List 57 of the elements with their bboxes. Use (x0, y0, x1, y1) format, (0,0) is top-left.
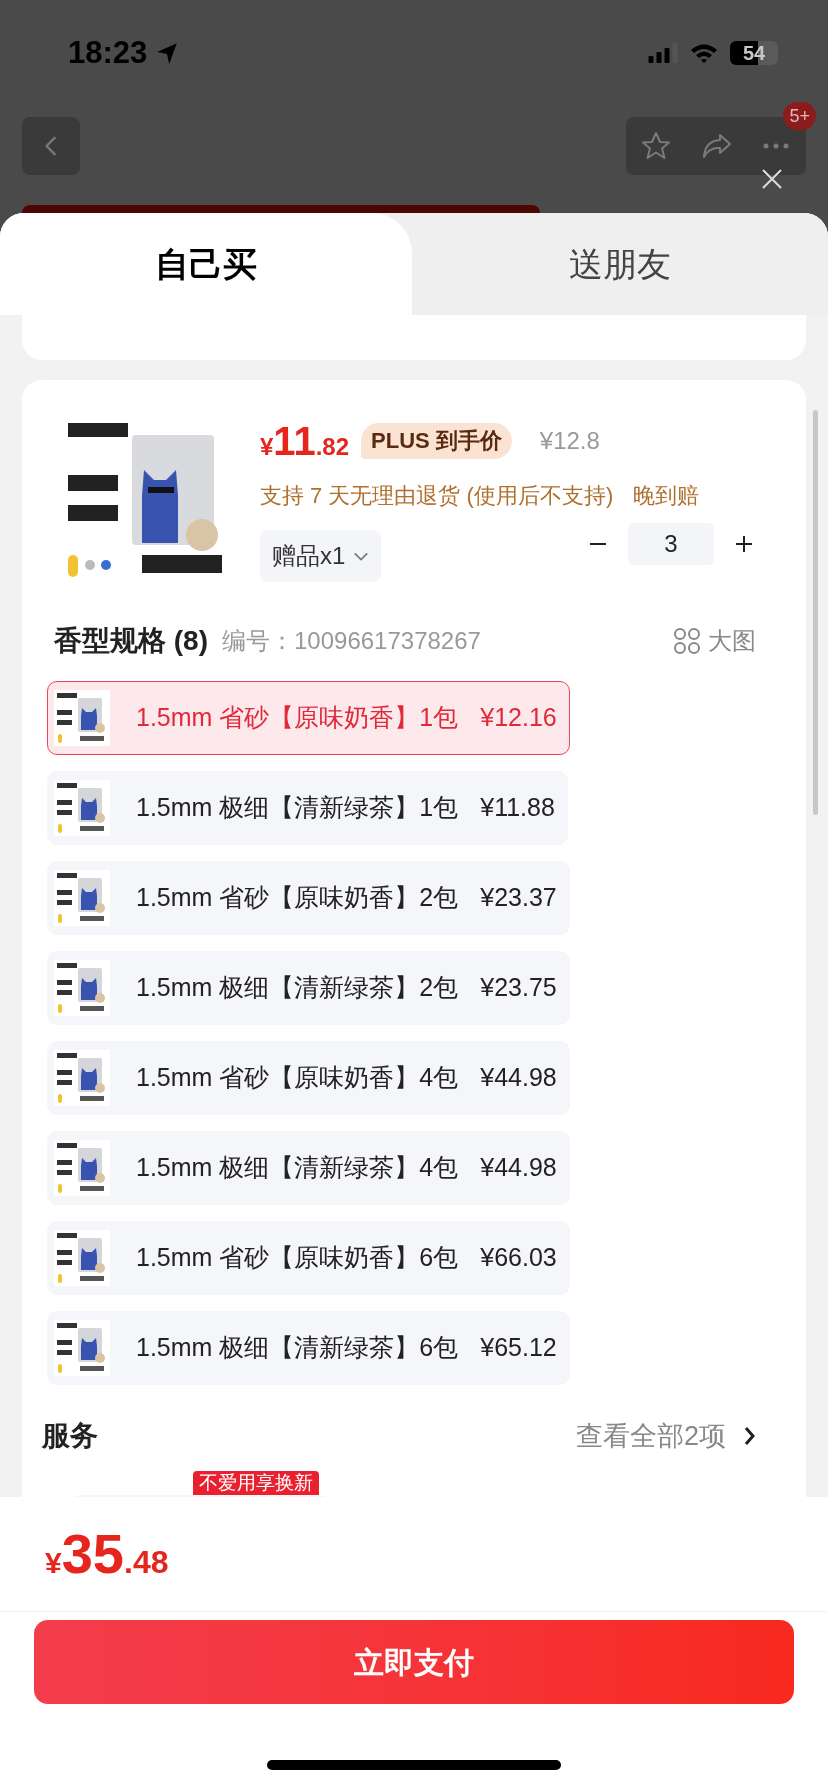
gift-dropdown[interactable]: 赠品x1 (260, 530, 382, 582)
quantity-field[interactable]: 3 (628, 523, 714, 565)
view-all-link[interactable]: 查看全部2项 (575, 1415, 756, 1457)
option-price: ¥44.98 (480, 1062, 557, 1094)
back-button[interactable] (22, 117, 80, 175)
option-label: 1.5mm 省砂【原味奶香】6包 (136, 1242, 459, 1274)
spec-option[interactable]: 1.5mm 省砂【原味奶香】6包 ¥66.03 (47, 1221, 570, 1295)
minus-icon (590, 543, 606, 545)
more-icon (761, 142, 791, 150)
option-price: ¥12.16 (480, 702, 557, 734)
pay-button[interactable]: 立即支付 (34, 1620, 794, 1704)
section-title: 服务 (42, 1419, 98, 1453)
option-price: ¥44.98 (480, 1152, 557, 1184)
product-code: 10096617378267 (294, 626, 481, 656)
clock-time: 18:23 (68, 33, 148, 72)
spec-option[interactable]: 1.5mm 省砂【原味奶香】1包 ¥12.16 (47, 681, 570, 755)
promo-tag: 不爱用享换新 (193, 1471, 319, 1495)
option-label: 1.5mm 省砂【原味奶香】2包 (136, 882, 459, 914)
spec-option[interactable]: 1.5mm 省砂【原味奶香】4包 ¥44.98 (47, 1041, 570, 1115)
option-price: ¥23.37 (480, 882, 557, 914)
option-price: ¥23.75 (480, 972, 557, 1004)
option-label: 1.5mm 极细【清新绿茶】6包 (136, 1332, 459, 1364)
plus-price-badge: PLUS 到手价 (361, 423, 512, 459)
spec-option[interactable]: 1.5mm 极细【清新绿茶】6包 ¥65.12 (47, 1311, 570, 1385)
star-icon (640, 130, 672, 162)
option-price: ¥11.88 (480, 792, 555, 824)
option-label: 1.5mm 极细【清新绿茶】1包 (136, 792, 459, 824)
code-label: 编号： (222, 626, 294, 656)
spec-option[interactable]: 1.5mm 省砂【原味奶香】2包 ¥23.37 (47, 861, 570, 935)
notification-badge: 5+ (783, 102, 816, 130)
spec-option[interactable]: 1.5mm 极细【清新绿茶】4包 ¥44.98 (47, 1131, 570, 1205)
tab[interactable]: 自己买 (0, 213, 412, 315)
location-arrow-icon (155, 41, 180, 65)
late-compensation: 晚到赔 (633, 482, 700, 510)
option-label: 1.5mm 省砂【原味奶香】1包 (136, 702, 459, 734)
close-icon (761, 168, 783, 190)
option-price: ¥65.12 (480, 1332, 557, 1364)
option-label: 1.5mm 极细【清新绿茶】2包 (136, 972, 459, 1004)
grid-icon (674, 628, 700, 654)
large-view-button[interactable]: 大图 (674, 623, 756, 659)
original-price: ¥12.8 (539, 426, 600, 456)
signal-icon (648, 43, 678, 63)
spec-option[interactable]: 1.5mm 极细【清新绿茶】1包 ¥11.88 (47, 771, 568, 845)
chevron-right-icon (744, 1426, 756, 1446)
back-icon (44, 135, 58, 157)
section-title: 香型规格 (8) (54, 624, 208, 658)
chevron-down-icon (353, 550, 370, 562)
spec-option[interactable]: 1.5mm 极细【清新绿茶】2包 ¥23.75 (47, 951, 570, 1025)
wifi-icon (690, 42, 718, 64)
plus-icon (736, 536, 752, 552)
price: ¥11.82 (260, 421, 350, 461)
return-policy: 支持 7 天无理由退货 (使用后不支持) (260, 482, 614, 510)
option-label: 1.5mm 极细【清新绿茶】4包 (136, 1152, 459, 1184)
battery-percent: 54 (741, 43, 767, 63)
option-price: ¥66.03 (480, 1242, 557, 1274)
option-label: 1.5mm 省砂【原味奶香】4包 (136, 1062, 459, 1094)
total-price: ¥35.48 (45, 1526, 169, 1582)
